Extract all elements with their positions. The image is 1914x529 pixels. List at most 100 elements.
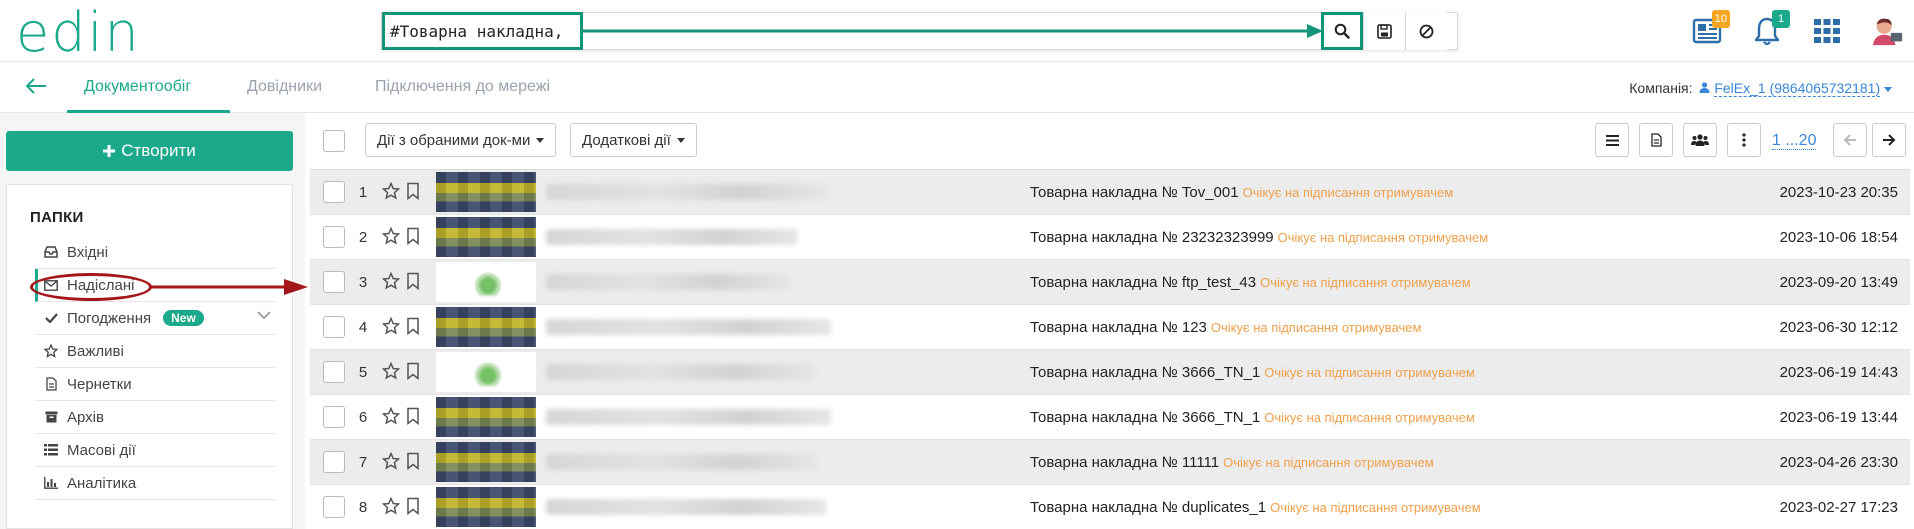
folder-label: Надіслані	[67, 276, 135, 294]
chevron-down-icon[interactable]	[257, 311, 271, 319]
news-button[interactable]: 10	[1690, 10, 1730, 48]
list-view-button[interactable]	[1595, 123, 1629, 157]
select-all-checkbox[interactable]	[323, 130, 345, 152]
profile-button[interactable]	[1870, 14, 1904, 48]
row-checkbox[interactable]	[323, 271, 345, 293]
save-search-button[interactable]	[1363, 12, 1405, 50]
clear-search-button[interactable]	[1405, 12, 1447, 50]
row-checkbox[interactable]	[323, 181, 345, 203]
redacted-counterparty	[546, 274, 791, 290]
arrow-left-icon[interactable]	[24, 76, 48, 96]
row-checkbox[interactable]	[323, 361, 345, 383]
redacted-counterparty	[546, 184, 828, 200]
bulk-actions-dropdown[interactable]: Дії з обраними док-ми	[365, 123, 557, 157]
document-title-cell[interactable]: Товарна накладна № 3666_TN_1 Очікує на пі…	[1030, 364, 1475, 381]
notifications-button[interactable]: 1	[1750, 10, 1790, 48]
table-row[interactable]: 2 Товарна накладна № 23232323999 Очікує на…	[310, 215, 1910, 260]
star-icon[interactable]	[382, 407, 400, 425]
redacted-counterparty	[546, 364, 816, 380]
bookmark-icon[interactable]	[406, 362, 420, 380]
star-icon[interactable]	[382, 182, 400, 200]
archive-icon	[45, 411, 57, 423]
company-selector[interactable]: Компанія: FelEx_1 (9864065732181)	[1629, 80, 1892, 97]
pagination-range[interactable]: 1 ...20	[1772, 133, 1817, 150]
table-row[interactable]: 3 Товарна накладна № ftp_test_43 Очікує на…	[310, 260, 1910, 305]
row-checkbox[interactable]	[323, 451, 345, 473]
more-options-button[interactable]	[1727, 123, 1761, 157]
document-date: 2023-02-27 17:23	[1779, 499, 1898, 516]
row-checkbox[interactable]	[323, 316, 345, 338]
document-title[interactable]: Товарна накладна № 23232323999	[1030, 229, 1274, 246]
prev-page-button[interactable]	[1833, 123, 1867, 157]
arrow-left-icon	[1843, 134, 1856, 146]
document-title[interactable]: Товарна накладна № ftp_test_43	[1030, 274, 1256, 291]
star-icon[interactable]	[382, 452, 400, 470]
document-title-cell[interactable]: Товарна накладна № Tov_001 Очікує на підп…	[1030, 184, 1453, 201]
star-icon[interactable]	[382, 317, 400, 335]
apps-button[interactable]	[1810, 14, 1844, 48]
tab-network-connection[interactable]: Підключення до мережі	[375, 78, 550, 96]
edin-logo[interactable]: edin	[16, 6, 141, 60]
bookmark-icon[interactable]	[406, 272, 420, 290]
folder-important[interactable]: Важливі	[35, 335, 275, 368]
document-title[interactable]: Товарна накладна № 123	[1030, 319, 1207, 336]
document-title[interactable]: Товарна накладна № duplicates_1	[1030, 499, 1266, 516]
document-title-cell[interactable]: Товарна накладна № 3666_TN_1 Очікує на пі…	[1030, 409, 1475, 426]
folder-inbox[interactable]: Вхідні	[35, 236, 275, 269]
document-title-cell[interactable]: Товарна накладна № duplicates_1 Очікує на…	[1030, 499, 1481, 516]
bookmark-icon[interactable]	[406, 497, 420, 515]
document-title[interactable]: Товарна накладна № 3666_TN_1	[1030, 364, 1260, 381]
document-title-cell[interactable]: Товарна накладна № 123 Очікує на підписан…	[1030, 319, 1421, 336]
next-page-button[interactable]	[1872, 123, 1906, 157]
star-icon[interactable]	[382, 227, 400, 245]
row-number: 2	[358, 229, 368, 246]
bookmark-icon[interactable]	[406, 317, 420, 335]
envelope-icon	[44, 279, 58, 291]
document-title[interactable]: Товарна накладна № Tov_001	[1030, 184, 1239, 201]
star-icon[interactable]	[382, 362, 400, 380]
bookmark-icon[interactable]	[406, 227, 420, 245]
table-row[interactable]: 1 Товарна накладна № Tov_001 Очікує на під…	[310, 170, 1910, 215]
table-row[interactable]: 4 Товарна накладна № 123 Очікує на підписа…	[310, 305, 1910, 350]
folder-archive[interactable]: Архів	[35, 401, 275, 434]
table-row[interactable]: 5 Товарна накладна № 3666_TN_1 Очікує на п…	[310, 350, 1910, 395]
search-input[interactable]	[382, 13, 1338, 49]
folder-drafts[interactable]: Чернетки	[35, 368, 275, 401]
row-checkbox[interactable]	[323, 406, 345, 428]
row-checkbox[interactable]	[323, 226, 345, 248]
table-row[interactable]: 8 Товарна накладна № duplicates_1 Очікує н…	[310, 485, 1910, 529]
tab-references[interactable]: Довідники	[247, 78, 322, 96]
star-icon[interactable]	[382, 272, 400, 290]
bookmark-icon[interactable]	[406, 182, 420, 200]
bookmark-icon[interactable]	[406, 452, 420, 470]
folder-approvals[interactable]: Погодження New	[35, 302, 275, 335]
row-number: 3	[358, 274, 368, 291]
document-view-button[interactable]	[1639, 123, 1673, 157]
star-icon[interactable]	[382, 497, 400, 515]
document-title-cell[interactable]: Товарна накладна № 11111 Очікує на підпис…	[1030, 454, 1434, 471]
row-checkbox[interactable]	[323, 496, 345, 518]
redacted-counterparty	[546, 229, 798, 245]
folder-sent[interactable]: Надіслані	[35, 269, 275, 302]
document-title-cell[interactable]: Товарна накладна № 23232323999 Очікує на …	[1030, 229, 1488, 246]
ban-icon	[1419, 24, 1434, 38]
folder-analytics[interactable]: Аналітика	[35, 467, 275, 500]
create-button[interactable]: Створити	[6, 131, 293, 171]
document-title-cell[interactable]: Товарна накладна № ftp_test_43 Очікує на …	[1030, 274, 1471, 291]
redacted-counterparty	[546, 499, 826, 515]
bookmark-icon[interactable]	[406, 407, 420, 425]
document-title[interactable]: Товарна накладна № 11111	[1030, 454, 1219, 471]
folder-label: Чернетки	[67, 375, 132, 393]
folder-bulk-actions[interactable]: Масові дії	[35, 434, 275, 467]
document-date: 2023-06-19 14:43	[1779, 364, 1898, 381]
tab-documents[interactable]: Документообіг	[84, 78, 191, 96]
search-button[interactable]	[1321, 12, 1363, 50]
table-row[interactable]: 6 Товарна накладна № 3666_TN_1 Очікує на п…	[310, 395, 1910, 440]
document-title[interactable]: Товарна накладна № 3666_TN_1	[1030, 409, 1260, 426]
extra-actions-dropdown[interactable]: Додаткові дії	[570, 123, 697, 157]
group-view-button[interactable]	[1683, 123, 1717, 157]
company-value[interactable]: FelEx_1 (9864065732181)	[1714, 80, 1881, 97]
redacted-counterparty	[546, 319, 831, 335]
table-row[interactable]: 7 Товарна накладна № 11111 Очікує на підпи…	[310, 440, 1910, 485]
folder-label: Важливі	[67, 342, 124, 360]
